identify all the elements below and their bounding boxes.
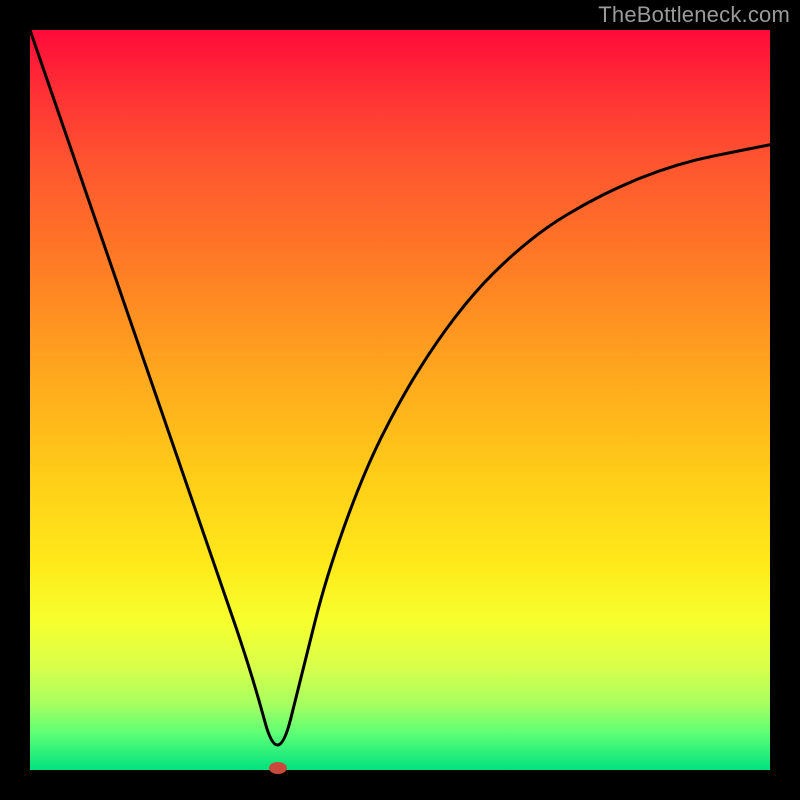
minimum-marker [269,762,287,774]
watermark-text: TheBottleneck.com [598,2,790,28]
bottleneck-curve [30,30,770,745]
plot-area [30,30,770,770]
chart-svg [30,30,770,770]
chart-frame: TheBottleneck.com [0,0,800,800]
